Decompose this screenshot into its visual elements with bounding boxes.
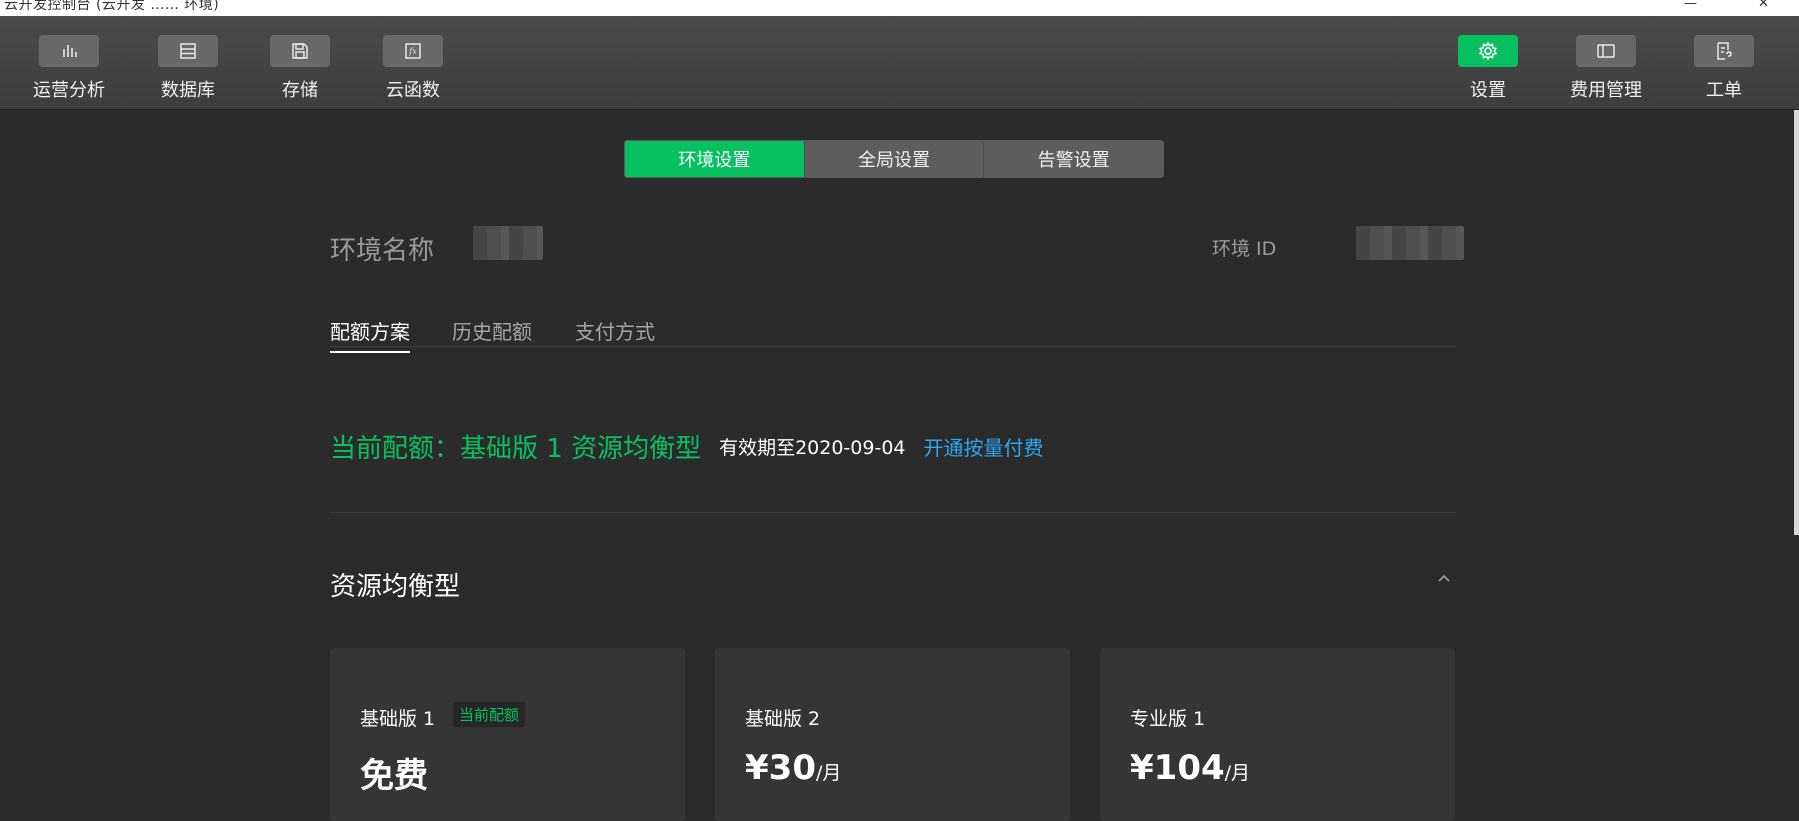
toolbar-item-settings[interactable]: 设置	[1438, 35, 1538, 103]
toolbar-label: 费用管理	[1570, 80, 1642, 101]
window-title: 云开发控制台 (云开发 …… 环境)	[4, 0, 220, 13]
env-id-label: 环境 ID	[1212, 238, 1277, 260]
plan-price-value: 免费	[360, 756, 428, 796]
valid-until-text: 有效期至2020-09-04	[719, 436, 906, 459]
plan-card-pro-1[interactable]: 专业版 1 ¥104/月	[1100, 648, 1455, 821]
toolbar-button-analytics[interactable]	[39, 35, 99, 67]
env-name-value-redacted	[473, 226, 543, 260]
plan-card-basic-2[interactable]: 基础版 2 ¥30/月	[715, 648, 1070, 821]
current-quota-badge: 当前配额	[453, 702, 526, 727]
plan-price-value: ¥30	[745, 748, 816, 788]
toolbar-button-settings[interactable]	[1458, 35, 1518, 67]
database-icon	[180, 43, 196, 59]
plan-name: 基础版 1	[360, 708, 436, 730]
toolbar-item-analytics[interactable]: 运营分析	[19, 35, 119, 103]
settings-segmented-control: 环境设置 全局设置 告警设置	[624, 140, 1164, 178]
current-quota-line: 当前配额：基础版 1 资源均衡型 有效期至2020-09-04 开通按量付费	[330, 428, 1044, 464]
gear-icon	[1478, 41, 1498, 61]
ticket-icon	[1717, 42, 1732, 60]
close-button[interactable]: ✕	[1758, 0, 1769, 11]
toolbar-label: 数据库	[161, 80, 215, 101]
toolbar-button-storage[interactable]	[270, 35, 330, 67]
tab-quota-history[interactable]: 历史配额	[452, 316, 532, 345]
tab-payment-method[interactable]: 支付方式	[575, 316, 655, 345]
tab-quota-plan[interactable]: 配额方案	[330, 316, 410, 353]
chevron-up-icon[interactable]	[1434, 568, 1454, 588]
function-icon: fx	[405, 43, 421, 59]
toolbar-label: 运营分析	[33, 80, 105, 101]
toolbar-button-cloud-function[interactable]: fx	[383, 35, 443, 67]
plan-price-unit: /月	[1224, 762, 1251, 784]
minimize-button[interactable]: —	[1684, 0, 1697, 11]
toolbar-label: 工单	[1706, 80, 1742, 101]
toolbar-button-ticket[interactable]	[1694, 35, 1754, 67]
svg-text:fx: fx	[408, 47, 417, 56]
segment-global-settings[interactable]: 全局设置	[803, 141, 984, 177]
divider	[330, 512, 1456, 513]
segment-env-settings[interactable]: 环境设置	[625, 141, 804, 177]
window-titlebar: 云开发控制台 (云开发 …… 环境) — ✕	[0, 0, 1799, 16]
storage-icon	[292, 43, 308, 59]
plan-price: 免费	[360, 748, 428, 797]
current-quota-text: 当前配额：基础版 1 资源均衡型	[330, 433, 702, 464]
toolbar-button-database[interactable]	[158, 35, 218, 67]
toolbar-item-ticket[interactable]: 工单	[1674, 35, 1774, 103]
billing-icon	[1597, 44, 1615, 58]
quota-tabs: 配额方案 历史配额 支付方式	[330, 312, 1456, 353]
toolbar-item-database[interactable]: 数据库	[138, 35, 238, 103]
toolbar-label: 存储	[282, 80, 318, 101]
plan-price: ¥30/月	[745, 748, 841, 788]
plan-card-basic-1[interactable]: 基础版 1 当前配额 免费	[330, 648, 685, 821]
toolbar-label: 设置	[1470, 80, 1506, 101]
plan-price: ¥104/月	[1130, 748, 1250, 788]
plan-price-unit: /月	[815, 762, 842, 784]
env-name-label: 环境名称	[330, 236, 435, 266]
plan-name: 基础版 2	[745, 708, 821, 730]
vertical-scrollbar[interactable]	[1794, 110, 1799, 535]
toolbar-button-billing[interactable]	[1576, 35, 1636, 67]
toolbar-item-cloud-function[interactable]: fx 云函数	[363, 35, 463, 103]
env-id-value-redacted	[1356, 226, 1464, 260]
top-toolbar: 运营分析 数据库 存储 fx 云函数 设置 费用管理 工单	[0, 16, 1799, 110]
section-title: 资源均衡型	[330, 572, 461, 602]
toolbar-item-storage[interactable]: 存储	[250, 35, 350, 103]
open-pay-as-you-go-link[interactable]: 开通按量付费	[924, 432, 1044, 461]
segment-alarm-settings[interactable]: 告警设置	[983, 141, 1163, 177]
toolbar-label: 云函数	[386, 80, 440, 101]
plan-price-value: ¥104	[1130, 748, 1225, 788]
plan-name: 专业版 1	[1130, 708, 1206, 730]
bar-chart-icon	[63, 45, 77, 57]
toolbar-item-billing[interactable]: 费用管理	[1556, 35, 1656, 103]
